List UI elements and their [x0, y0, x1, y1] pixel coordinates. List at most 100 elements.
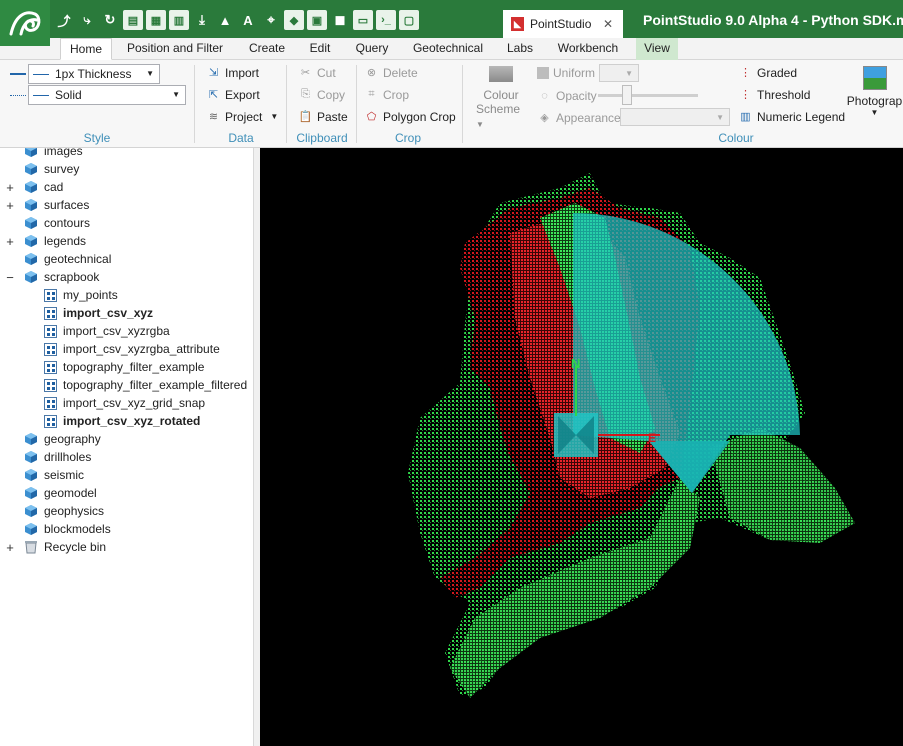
copy-button[interactable]: ⎘ Copy	[298, 87, 345, 102]
expand-icon[interactable]: +	[4, 180, 16, 195]
tab-home[interactable]: Home	[60, 38, 112, 60]
tree-item-cad[interactable]: + cad	[0, 178, 63, 196]
tab-labs[interactable]: Labs	[500, 38, 540, 60]
chevron-down-icon: ▼	[172, 90, 180, 99]
tree-item-label: blockmodels	[44, 522, 111, 536]
tab-edit[interactable]: Edit	[300, 38, 340, 60]
tree-item-recycle-bin[interactable]: + Recycle bin	[0, 538, 106, 556]
import-button[interactable]: ⇲ Import	[206, 65, 259, 80]
tree-item-geophysics[interactable]: geophysics	[0, 502, 104, 520]
mountain-icon[interactable]: ▲	[215, 10, 235, 30]
tree-item-import-csv-xyz-rotated[interactable]: import_csv_xyz_rotated	[0, 412, 200, 430]
terminal-icon[interactable]: ▢	[399, 10, 419, 30]
opacity-control[interactable]: ◌ Opacity	[537, 88, 596, 103]
console-icon[interactable]: ›_	[376, 10, 396, 30]
opacity-slider-thumb[interactable]	[622, 85, 632, 105]
group-separator	[194, 65, 195, 143]
tree-item-import-csv-xyzrgba[interactable]: import_csv_xyzrgba	[0, 322, 170, 340]
tree-splitter[interactable]	[253, 148, 260, 746]
tree-item-label: import_csv_xyz	[63, 306, 154, 320]
pin-icon[interactable]: ⤴	[54, 10, 74, 30]
document-tab[interactable]: ◣ PointStudio ✕	[503, 10, 623, 38]
tree-item-geotechnical[interactable]: geotechnical	[0, 250, 111, 268]
screen-icon[interactable]: ▭	[353, 10, 373, 30]
download-icon[interactable]: ⤓	[192, 10, 212, 30]
tree-item-label: topography_filter_example_filtered	[63, 378, 248, 392]
thickness-dropdown[interactable]: 1px Thickness ▼	[28, 64, 160, 84]
numeric-legend-button[interactable]: ▥ Numeric Legend	[738, 109, 845, 124]
line-style-dropdown[interactable]: Solid ▼	[28, 85, 186, 105]
tree-item-seismic[interactable]: seismic	[0, 466, 84, 484]
ribbon-tab-bar: Home Position and Filter Create Edit Que…	[0, 38, 903, 60]
clipboard-icon: 📋	[298, 111, 313, 123]
tab-geotechnical[interactable]: Geotechnical	[406, 38, 490, 60]
delete-button[interactable]: ⊗ Delete	[364, 65, 418, 80]
project-button[interactable]: ≋ Project ▼	[206, 109, 278, 124]
tree-item-drillholes[interactable]: drillholes	[0, 448, 91, 466]
tree-item-geomodel[interactable]: geomodel	[0, 484, 97, 502]
tree-item-topography-filter-example-filtered[interactable]: topography_filter_example_filtered	[0, 376, 247, 394]
graded-label: Graded	[757, 65, 798, 80]
spreadsheet-icon[interactable]: ▥	[169, 10, 189, 30]
paste-button[interactable]: 📋 Paste	[298, 109, 348, 124]
tree-item-topography-filter-example[interactable]: topography_filter_example	[0, 358, 204, 376]
grid-table-icon[interactable]: ▦	[146, 10, 166, 30]
document-icon[interactable]: ▣	[307, 10, 327, 30]
photograph-button[interactable]: Photograp ▼	[846, 66, 903, 130]
tree-item-contours[interactable]: contours	[0, 214, 90, 232]
undo-icon[interactable]: ⤷	[77, 10, 97, 30]
3d-viewport[interactable]: N E	[260, 148, 903, 746]
polygon-crop-button[interactable]: ⬠ Polygon Crop	[364, 109, 456, 124]
expand-icon[interactable]: +	[4, 540, 16, 555]
collapse-icon[interactable]: −	[4, 270, 16, 285]
appearance-control[interactable]: ◈ Appearance	[537, 110, 620, 125]
tab-position-and-filter[interactable]: Position and Filter	[118, 38, 232, 60]
tree-item-images[interactable]: images	[0, 148, 83, 160]
tree-item-geography[interactable]: geography	[0, 430, 101, 448]
tree-item-label: survey	[44, 162, 80, 176]
opacity-slider-track[interactable]	[598, 94, 698, 97]
tree-item-survey[interactable]: survey	[0, 160, 79, 178]
appearance-icon: ◈	[540, 112, 549, 124]
tree-item-import-csv-xyz-grid-snap[interactable]: import_csv_xyz_grid_snap	[0, 394, 205, 412]
group-separator	[356, 65, 357, 143]
tab-workbench[interactable]: Workbench	[550, 38, 626, 60]
tree-item-label: contours	[44, 216, 91, 230]
tab-query[interactable]: Query	[348, 38, 396, 60]
chevron-down-icon: ▼	[476, 120, 484, 129]
report-icon[interactable]: ▤	[123, 10, 143, 30]
tree-item-import-csv-xyz[interactable]: import_csv_xyz	[0, 304, 153, 322]
appearance-dropdown[interactable]: ▼	[620, 108, 730, 126]
tree-item-import-csv-xyzrgba-attribute[interactable]: import_csv_xyzrgba_attribute	[0, 340, 220, 358]
tree-item-legends[interactable]: + legends	[0, 232, 86, 250]
uniform-button[interactable]: Uniform	[537, 66, 595, 80]
app-logo[interactable]	[0, 0, 50, 46]
tab-create[interactable]: Create	[240, 38, 294, 60]
cube-icon[interactable]: ◆	[284, 10, 304, 30]
threshold-button[interactable]: ⋮ Threshold	[738, 87, 810, 102]
tree-item-my-points[interactable]: my_points	[0, 286, 118, 304]
graded-legend-icon: ⋮	[740, 67, 751, 79]
tree-item-blockmodels[interactable]: blockmodels	[0, 520, 111, 538]
graded-button[interactable]: ⋮ Graded	[738, 65, 797, 80]
threshold-label: Threshold	[757, 87, 811, 102]
export-button[interactable]: ⇱ Export	[206, 87, 260, 102]
text-icon[interactable]: A	[238, 10, 258, 30]
cut-button[interactable]: ✂ Cut	[298, 65, 336, 80]
line-style-preview-icon	[33, 95, 49, 96]
probe-icon[interactable]: ⌖	[261, 10, 281, 30]
refresh-icon[interactable]: ↻	[100, 10, 120, 30]
windows-icon[interactable]: ◼	[330, 10, 350, 30]
close-tab-icon[interactable]: ✕	[603, 17, 613, 31]
tab-view[interactable]: View	[636, 38, 678, 60]
uniform-colour-dropdown[interactable]: ▼	[599, 64, 639, 82]
expand-icon[interactable]: +	[4, 234, 16, 249]
tree-item-label: my_points	[63, 288, 118, 302]
import-label: Import	[225, 65, 260, 80]
crop-button[interactable]: ⌗ Crop	[364, 87, 409, 102]
expand-icon[interactable]: +	[4, 198, 16, 213]
colour-scheme-button[interactable]: Colour Scheme ▼	[476, 66, 526, 130]
tree-item-scrapbook[interactable]: − scrapbook	[0, 268, 99, 286]
tree-item-surfaces[interactable]: + surfaces	[0, 196, 89, 214]
line-style-value: Solid	[55, 88, 82, 102]
